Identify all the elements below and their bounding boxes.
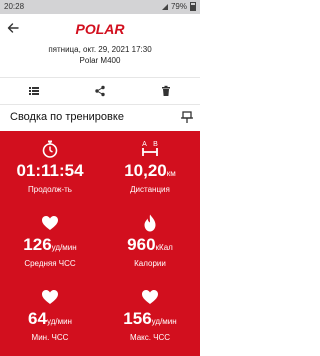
stat-label: Средняя ЧСС <box>24 259 76 268</box>
section-title: Сводка по тренировке <box>10 111 124 123</box>
svg-text:B: B <box>153 141 158 148</box>
stat-value: 01:11:54 <box>16 161 84 180</box>
device-name: Polar M400 <box>79 56 121 65</box>
heart-icon <box>142 290 158 304</box>
svg-text:A: A <box>142 141 147 148</box>
heart-icon <box>42 216 58 230</box>
stopwatch-icon <box>42 140 58 158</box>
flame-icon <box>144 214 156 232</box>
polar-logo: POLAR <box>76 22 126 36</box>
action-toolbar <box>0 77 200 105</box>
session-date: пятница, окт. 29, 2021 17:30 <box>48 45 152 54</box>
distance-icon: A B <box>142 141 158 156</box>
battery-percent: 79% <box>170 2 187 11</box>
stat-value: 156уд/мин <box>123 309 177 328</box>
stat-label: Дистанция <box>130 185 170 194</box>
training-summary-panel: 01:11:54 Продолж-ть A B 10,20км Дистанци… <box>0 131 200 356</box>
stat-duration: 01:11:54 Продолж-ть <box>0 139 100 195</box>
status-time: 20:28 <box>4 2 25 11</box>
stat-label: Продолж-ть <box>28 185 72 194</box>
app-bar: POLAR <box>0 14 200 42</box>
stat-calories: 960кКал Калории <box>100 213 200 269</box>
stat-label: Мин. ЧСС <box>31 333 69 342</box>
session-meta: пятница, окт. 29, 2021 17:30 Polar M400 <box>0 44 200 66</box>
stat-max-hr: 156уд/мин Макс. ЧСС <box>100 287 200 343</box>
battery-icon <box>190 2 196 11</box>
stat-label: Макс. ЧСС <box>129 333 171 342</box>
signal-icon <box>161 3 168 10</box>
stat-min-hr: 64уд/мин Мин. ЧСС <box>0 287 100 343</box>
list-icon[interactable] <box>27 84 41 98</box>
trash-icon[interactable] <box>159 84 173 98</box>
heart-icon <box>42 290 58 304</box>
share-icon[interactable] <box>93 84 107 98</box>
stat-value: 126уд/мин <box>23 235 77 254</box>
brand-text: POLAR <box>76 22 126 36</box>
status-right: 79% <box>161 2 196 11</box>
stat-avg-hr: 126уд/мин Средняя ЧСС <box>0 213 100 269</box>
stat-label: Калории <box>134 259 166 268</box>
pin-icon[interactable] <box>180 110 194 124</box>
stat-value: 10,20км <box>124 161 176 180</box>
status-bar: 20:28 79% <box>0 0 200 14</box>
back-arrow-icon[interactable] <box>6 21 20 35</box>
stat-distance: A B 10,20км Дистанция <box>100 139 200 195</box>
stat-value: 64уд/мин <box>28 309 72 328</box>
stat-value: 960кКал <box>127 235 173 254</box>
